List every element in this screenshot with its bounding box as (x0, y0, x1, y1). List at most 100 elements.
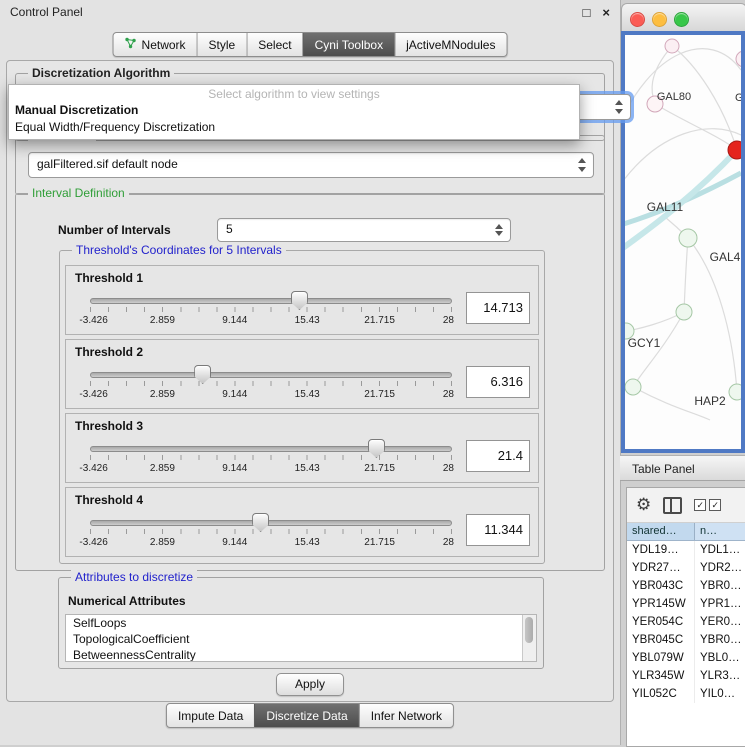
tab-select[interactable]: Select (246, 33, 302, 56)
gear-icon[interactable]: ⚙ (636, 495, 651, 515)
tab-infer-network[interactable]: Infer Network (359, 704, 453, 727)
list-scrollbar[interactable] (522, 615, 536, 661)
panel-title: Control Panel (10, 5, 83, 19)
combo-stepper-icon (577, 153, 586, 177)
threshold-2-slider[interactable]: -3.4262.8599.14415.4321.71528 (90, 362, 452, 404)
attributes-group-title: Attributes to discretize (71, 570, 197, 584)
network-view[interactable]: GAL80 GA GAL11 GAL4 GCY1 HAP2 (621, 31, 745, 453)
slider-ticks (90, 529, 452, 534)
slider-ticks (90, 307, 452, 312)
network-node[interactable] (665, 39, 679, 53)
threshold-1-slider[interactable]: -3.4262.8599.14415.4321.71528 (90, 288, 452, 330)
checkbox-icon[interactable]: ✓ (709, 499, 721, 511)
list-item[interactable]: SelfLoops (66, 615, 536, 631)
algorithm-dropdown-popup: Select algorithm to view settings Manual… (8, 84, 580, 140)
list-item[interactable]: TopologicalCoefficient (66, 631, 536, 647)
top-tab-bar: Network Style Select Cyni Toolbox jActiv… (113, 32, 508, 57)
slider-track[interactable] (90, 372, 452, 378)
threshold-4-panel: Threshold 4 -3.4262.8599.14415.4321.7152… (65, 487, 539, 557)
table-row[interactable]: YBR043CYBR0… (627, 577, 745, 595)
threshold-2-label: Threshold 2 (75, 345, 143, 359)
close-traffic-button[interactable] (630, 12, 645, 27)
float-window-icon[interactable]: □ (583, 5, 591, 20)
threshold-4-slider[interactable]: -3.4262.8599.14415.4321.71528 (90, 510, 452, 552)
zoom-traffic-button[interactable] (674, 12, 689, 27)
network-node-label: GAL80 (657, 91, 691, 103)
table-row[interactable]: YDL19…YDL1… (627, 541, 745, 559)
network-node-label: GCY1 (628, 336, 661, 350)
thresholds-group: Threshold's Coordinates for 5 Intervals … (59, 250, 545, 564)
slider-track[interactable] (90, 520, 452, 526)
number-of-intervals-value: 5 (226, 222, 233, 236)
close-icon[interactable]: × (602, 5, 610, 20)
bottom-tab-bar: Impute Data Discretize Data Infer Networ… (166, 703, 454, 728)
column-header-shared-name[interactable]: shared… (627, 523, 695, 540)
threshold-4-label: Threshold 4 (75, 493, 143, 507)
table-row[interactable]: YBR045CYBR0… (627, 631, 745, 649)
cyni-content-panel: Discretization Algorithm Table Data galF… (6, 60, 614, 702)
table-row[interactable]: YIL052CYIL0… (627, 685, 745, 703)
threshold-3-value-field[interactable]: 21.4 (466, 440, 530, 472)
threshold-1-label: Threshold 1 (75, 271, 143, 285)
table-row[interactable]: YDR27…YDR2… (627, 559, 745, 577)
slider-track[interactable] (90, 446, 452, 452)
list-item[interactable]: BetweennessCentrality (66, 647, 536, 662)
column-header-name[interactable]: n… (695, 523, 745, 540)
table-header-row: shared… n… (627, 523, 745, 541)
apply-button[interactable]: Apply (276, 673, 344, 696)
tab-jactivemnodules[interactable]: jActiveMNodules (394, 33, 506, 56)
network-icon (125, 37, 137, 52)
tab-discretize-data[interactable]: Discretize Data (254, 704, 358, 727)
checkbox-icon[interactable]: ✓ (694, 499, 706, 511)
numerical-attributes-heading: Numerical Attributes (68, 594, 186, 608)
slider-ticks (90, 455, 452, 460)
tab-cyni-toolbox[interactable]: Cyni Toolbox (303, 33, 394, 56)
network-node[interactable] (625, 379, 641, 395)
number-of-intervals-label: Number of Intervals (58, 223, 171, 237)
tab-network[interactable]: Network (114, 33, 197, 56)
dropdown-option-manual[interactable]: Manual Discretization (9, 102, 579, 119)
tab-style[interactable]: Style (197, 33, 247, 56)
thresholds-group-title: Threshold's Coordinates for 5 Intervals (72, 243, 286, 257)
table-row[interactable]: YLR345WYLR3… (627, 667, 745, 685)
network-node[interactable] (679, 229, 697, 247)
table-panel-header: Table Panel (620, 455, 745, 481)
table-body: YDL19…YDL1… YDR27…YDR2… YBR043CYBR0… YPR… (627, 541, 745, 703)
network-node-label: GA (735, 92, 741, 104)
dropdown-option-equal-width[interactable]: Equal Width/Frequency Discretization (9, 119, 579, 136)
interval-group-title: Interval Definition (28, 186, 129, 200)
scrollbar-thumb[interactable] (525, 617, 533, 643)
slider-tick-labels: -3.4262.8599.14415.4321.71528 (90, 389, 452, 401)
table-panel-window: ⚙ ✓ ✓ shared… n… YDL19…YDL1… YDR27…YDR2…… (626, 487, 745, 747)
threshold-2-panel: Threshold 2 -3.4262.8599.14415.4321.7152… (65, 339, 539, 409)
number-of-intervals-combo[interactable]: 5 (217, 218, 511, 242)
network-node-label: GAL4 (710, 250, 741, 264)
select-columns-icons[interactable]: ✓ ✓ (694, 499, 721, 511)
table-data-combo-value: galFiltered.sif default node (37, 157, 178, 171)
threshold-4-value-field[interactable]: 11.344 (466, 514, 530, 546)
network-node-label: HAP2 (694, 394, 726, 408)
tab-impute-data[interactable]: Impute Data (167, 704, 254, 727)
threshold-3-panel: Threshold 3 -3.4262.8599.14415.4321.7152… (65, 413, 539, 483)
discretization-group-title: Discretization Algorithm (28, 66, 174, 80)
threshold-2-value-field[interactable]: 6.316 (466, 366, 530, 398)
interval-definition-group: Interval Definition Number of Intervals … (15, 193, 605, 571)
network-node[interactable] (676, 304, 692, 320)
table-row[interactable]: YBL079WYBL0… (627, 649, 745, 667)
network-node[interactable] (729, 384, 741, 400)
threshold-3-slider[interactable]: -3.4262.8599.14415.4321.71528 (90, 436, 452, 478)
network-canvas[interactable]: GAL80 GA GAL11 GAL4 GCY1 HAP2 (625, 35, 741, 450)
table-toolbar: ⚙ ✓ ✓ (627, 488, 745, 523)
combo-stepper-icon (494, 219, 503, 241)
threshold-1-value-field[interactable]: 14.713 (466, 292, 530, 324)
columns-icon[interactable] (663, 497, 682, 514)
threshold-3-label: Threshold 3 (75, 419, 143, 433)
slider-tick-labels: -3.4262.8599.14415.4321.71528 (90, 315, 452, 327)
table-row[interactable]: YER054CYER0… (627, 613, 745, 631)
network-node-selected[interactable] (728, 141, 741, 159)
minimize-traffic-button[interactable] (652, 12, 667, 27)
table-row[interactable]: YPR145WYPR1… (627, 595, 745, 613)
numerical-attributes-list[interactable]: SelfLoops TopologicalCoefficient Between… (65, 614, 537, 662)
slider-track[interactable] (90, 298, 452, 304)
table-data-combo[interactable]: galFiltered.sif default node (28, 152, 594, 178)
